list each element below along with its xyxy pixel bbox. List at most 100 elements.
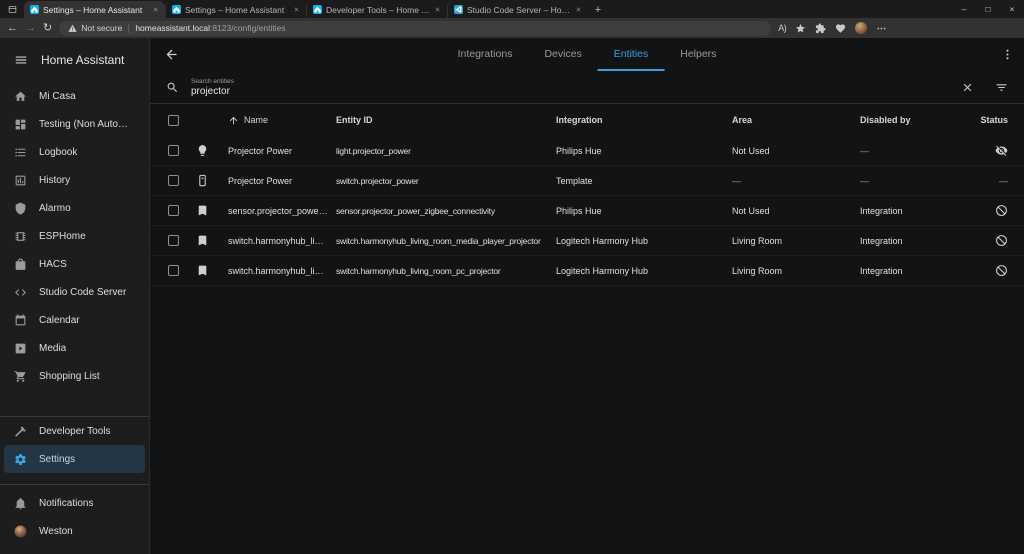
browser-menu-dots-icon[interactable] — [876, 23, 887, 34]
tab-label: Integrations — [457, 47, 513, 60]
close-icon[interactable] — [434, 6, 441, 13]
close-button[interactable]: × — [1000, 0, 1024, 18]
filter-icon[interactable] — [995, 81, 1008, 94]
entity-area: Not Used — [732, 205, 770, 216]
column-entity-id[interactable]: Entity ID — [336, 115, 556, 125]
row-checkbox[interactable] — [168, 265, 179, 276]
read-aloud-icon[interactable]: A) — [778, 23, 787, 33]
sidebar-item-calendar[interactable]: Calendar — [4, 306, 145, 334]
entity-disabled-by: Integration — [860, 235, 903, 246]
browser-tab[interactable]: Developer Tools – Home Assistan — [306, 1, 447, 18]
tab-helpers[interactable]: Helpers — [664, 38, 732, 71]
sidebar-item-notifications[interactable]: Notifications — [4, 489, 145, 517]
bag-icon — [14, 258, 27, 271]
sidebar-item-testing-non-automatic[interactable]: Testing (Non Automatic) — [4, 110, 145, 138]
back-arrow-icon[interactable] — [164, 47, 179, 62]
column-status[interactable]: Status — [978, 115, 1024, 125]
table-row[interactable]: Projector Power switch.projector_power Tem… — [150, 166, 1024, 196]
browser-tab[interactable]: Settings – Home Assistant — [24, 1, 165, 18]
sidebar-item-mi-casa[interactable]: Mi Casa — [4, 82, 145, 110]
url-host: homeassistant.local — [135, 23, 210, 33]
address-bar[interactable]: Not secure homeassistant.local:8123/conf… — [59, 20, 772, 36]
tab-integrations[interactable]: Integrations — [442, 38, 529, 71]
table-row[interactable]: switch.harmonyhub_living_room_pc_project… — [150, 256, 1024, 286]
maximize-button[interactable]: □ — [976, 0, 1000, 18]
tab-devices[interactable]: Devices — [528, 38, 597, 71]
select-all-checkbox[interactable] — [168, 114, 179, 126]
favorites-star-icon[interactable] — [795, 23, 806, 34]
table-row[interactable]: switch.harmonyhub_living_room_media_play… — [150, 226, 1024, 256]
entity-id: switch.harmonyhub_living_room_pc_project… — [336, 265, 501, 276]
minimize-button[interactable]: – — [952, 0, 976, 18]
hammer-icon — [14, 425, 27, 438]
entity-status: — — [978, 176, 1024, 186]
search-input[interactable] — [191, 85, 961, 97]
sidebar-item-studio-code-server[interactable]: Studio Code Server — [4, 278, 145, 306]
refresh-icon[interactable]: ↻ — [43, 22, 52, 34]
cart-icon — [14, 370, 27, 383]
entity-icon-cell — [196, 234, 228, 247]
sidebar-item-history[interactable]: History — [4, 166, 145, 194]
column-integration[interactable]: Integration — [556, 115, 732, 125]
play-box-icon — [14, 342, 27, 355]
browser-profile-avatar[interactable] — [855, 22, 868, 34]
browser-window: Settings – Home Assistant Settings – Home… — [0, 0, 1024, 38]
entity-integration: Logitech Harmony Hub — [556, 265, 649, 276]
browser-tab-title: Studio Code Server – Home Assi — [467, 4, 571, 15]
cancel-icon — [995, 264, 1008, 277]
search-icon — [166, 81, 179, 94]
new-tab-button[interactable]: + — [588, 1, 608, 18]
sidebar-item-hacs[interactable]: HACS — [4, 250, 145, 278]
browser-tab[interactable]: Settings – Home Assistant — [165, 1, 306, 18]
clear-search-icon[interactable] — [961, 81, 974, 94]
close-icon[interactable] — [293, 6, 300, 13]
sidebar-item-label: Notifications — [39, 497, 94, 509]
column-area[interactable]: Area — [732, 115, 860, 125]
entity-disabled-by: — — [860, 145, 869, 156]
entity-name: Projector Power — [228, 145, 293, 156]
row-checkbox[interactable] — [168, 145, 179, 156]
menu-hamburger-icon[interactable] — [14, 53, 28, 67]
sidebar-tools: Developer Tools Settings — [0, 417, 149, 473]
column-name[interactable]: Name — [228, 115, 336, 126]
home-icon — [14, 90, 27, 103]
browser-tab-title: Settings – Home Assistant — [43, 4, 143, 15]
bookmark-icon — [196, 264, 209, 277]
tab-entities[interactable]: Entities — [597, 38, 665, 71]
table-row[interactable]: sensor.projector_power_zigbee_connectivi… — [150, 196, 1024, 226]
back-nav-icon[interactable]: ← — [7, 22, 18, 34]
sidebar-item-shopping-list[interactable]: Shopping List — [4, 362, 145, 390]
ha-favicon-icon — [313, 5, 322, 14]
tab-actions-icon[interactable] — [0, 0, 24, 18]
sidebar-item-media[interactable]: Media — [4, 334, 145, 362]
security-badge[interactable]: Not secure — [68, 23, 122, 33]
sidebar-item-logbook[interactable]: Logbook — [4, 138, 145, 166]
close-icon[interactable] — [152, 6, 159, 13]
sidebar-item-alarmo[interactable]: Alarmo — [4, 194, 145, 222]
home-assistant-app: Home Assistant Mi Casa Testing (Non Autom… — [0, 38, 1024, 554]
sidebar-item-esphome[interactable]: ESPHome — [4, 222, 145, 250]
entity-disabled-by: Integration — [860, 265, 903, 276]
browser-essentials-icon[interactable] — [835, 23, 846, 34]
row-checkbox[interactable] — [168, 175, 179, 186]
overflow-menu-icon[interactable] — [1001, 48, 1014, 61]
bookmark-icon — [196, 204, 209, 217]
column-disabled-by[interactable]: Disabled by — [860, 115, 978, 125]
extensions-puzzle-icon[interactable] — [815, 22, 826, 34]
browser-tab[interactable]: Studio Code Server – Home Assi — [447, 1, 588, 18]
sidebar-item-label: Calendar — [39, 314, 80, 326]
chip-icon — [14, 230, 27, 243]
table-row[interactable]: Projector Power light.projector_power Phil… — [150, 136, 1024, 166]
app-title: Home Assistant — [41, 53, 125, 67]
forward-nav-icon[interactable]: → — [25, 22, 36, 34]
entity-id: light.projector_power — [336, 145, 411, 156]
row-checkbox[interactable] — [168, 205, 179, 216]
row-checkbox[interactable] — [168, 235, 179, 246]
close-icon[interactable] — [575, 6, 582, 13]
entities-header: Integrations Devices Entities Helpers — [150, 38, 1024, 71]
sidebar-item-developer-tools[interactable]: Developer Tools — [4, 417, 145, 445]
sidebar-item-settings[interactable]: Settings — [4, 445, 145, 473]
sidebar-item-weston[interactable]: Weston — [4, 517, 145, 545]
tab-label: Devices — [544, 47, 582, 60]
code-icon — [14, 286, 27, 299]
